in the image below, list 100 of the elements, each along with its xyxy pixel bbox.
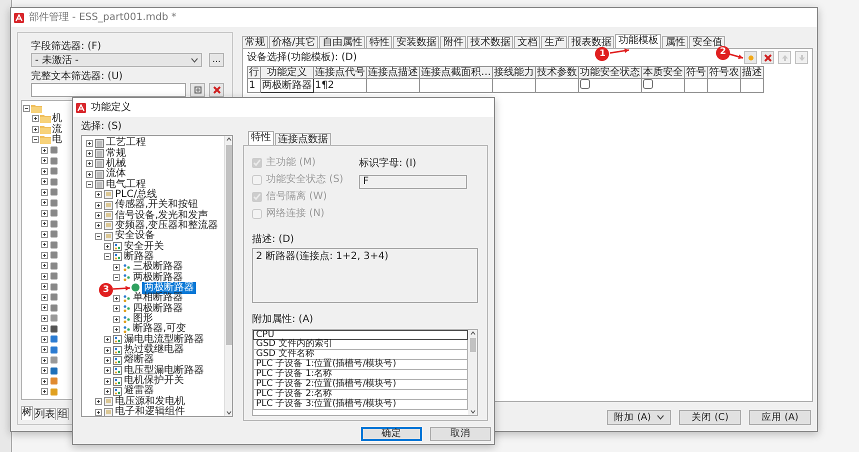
collapse-icon[interactable] [86,181,93,188]
button[interactable]: 取消 [430,427,491,441]
tab[interactable]: 安装数据 [393,36,440,48]
expand-icon[interactable] [41,146,48,154]
button[interactable]: 应用 (A) [749,410,811,425]
arrow-up-icon[interactable] [470,330,476,336]
expand-icon[interactable] [113,326,120,333]
expand-icon[interactable] [41,325,48,332]
arrow-down-icon[interactable] [226,410,232,416]
button[interactable]: 确定 [361,427,422,441]
expand-icon[interactable] [104,388,111,395]
tab[interactable]: 属性 [662,36,688,48]
button[interactable]: 关闭 (C) [679,410,741,425]
expand-icon[interactable] [104,346,111,354]
expand-icon[interactable] [113,316,120,323]
tab[interactable]: 连接点数据 [275,133,331,145]
tab[interactable]: 功能模板 [615,34,662,48]
arrow-up-icon[interactable] [226,136,232,142]
expand-icon[interactable] [86,170,93,178]
list-item[interactable]: PLC 子设备 2:位置(插槽号/模块号) [253,380,468,390]
expand-icon[interactable] [41,294,48,301]
tab[interactable]: 自由属性 [319,36,366,48]
panel-tab[interactable]: 树 [21,406,33,420]
panel-tab[interactable]: 组 [57,408,69,420]
expand-icon[interactable] [41,199,48,206]
clear-button[interactable] [209,83,224,97]
expand-icon[interactable] [41,283,48,290]
expand-icon[interactable] [41,304,48,312]
expand-icon[interactable] [41,210,48,217]
tab[interactable]: 特性 [366,36,392,48]
expand-icon[interactable] [41,252,48,259]
tree-item[interactable]: 机 [52,113,62,124]
expand-icon[interactable] [95,408,102,416]
list-item[interactable]: PLC 子设备 1:名称 [253,370,468,380]
tab[interactable]: 技术数据 [467,36,514,48]
tab[interactable]: 生产 [541,36,568,48]
expand-icon[interactable] [113,264,120,271]
expand-icon[interactable] [95,212,102,220]
expand-icon[interactable] [95,398,102,406]
expand-icon[interactable] [104,378,111,385]
expand-icon[interactable] [41,272,48,280]
expand-icon[interactable] [32,126,39,133]
expand-icon[interactable] [41,157,48,164]
list-item[interactable]: CPU [253,330,468,340]
list-item[interactable]: PLC 子设备 3:位置(插槽号/模块号) [253,400,468,410]
tab[interactable]: 常规 [242,36,268,48]
scrollbar-thumb[interactable] [470,338,476,352]
expand-icon[interactable] [41,388,48,396]
expand-icon[interactable] [41,378,48,385]
expand-icon[interactable] [41,188,48,196]
expand-icon[interactable] [104,336,111,344]
expand-icon[interactable] [104,243,111,250]
description-field[interactable]: 2 断路器(连接点: 1+2, 3+4) [252,248,478,303]
tab[interactable]: 报表数据 [568,36,614,48]
expand-icon[interactable] [95,222,102,230]
text-field[interactable]: F [359,175,467,189]
expand-icon[interactable] [95,191,102,198]
expand-icon[interactable] [86,140,93,147]
more-button[interactable]: ... [209,53,224,67]
expand-icon[interactable] [95,202,102,209]
expand-icon[interactable] [41,241,48,248]
expand-icon[interactable] [41,168,48,175]
expand-icon[interactable] [113,294,120,302]
expand-icon[interactable] [41,336,48,343]
expand-icon[interactable] [86,150,93,158]
expand-icon[interactable] [41,314,48,322]
tree-item[interactable]: 电子和逻辑组件 [115,406,185,416]
expand-icon[interactable] [41,346,48,354]
list-item[interactable]: GSD 文件内的索引 [253,340,468,350]
tree-item[interactable]: 流 [52,124,62,135]
expand-icon[interactable] [113,305,120,312]
expand-icon[interactable] [86,160,93,168]
scrollbar-thumb[interactable] [226,145,232,345]
list-item[interactable]: PLC 子设备 2:名称 [253,390,468,400]
collapse-icon[interactable] [113,274,120,282]
tree-item[interactable]: 电 [52,134,62,146]
dropdown-button[interactable]: 附加 (A) [607,410,671,425]
checkbox[interactable] [580,79,590,89]
collapse-icon[interactable] [104,253,111,260]
expand-icon[interactable] [41,230,48,238]
collapse-icon[interactable] [95,232,102,240]
checkbox[interactable] [643,79,653,89]
expand-icon[interactable] [104,367,111,374]
expand-icon[interactable] [41,356,48,364]
list-item[interactable]: GSD 文件名称 [253,350,468,360]
list-item[interactable]: PLC 子设备 1:位置(插槽号/模块号) [253,360,468,370]
panel-tab[interactable]: 列表 [34,408,56,420]
arrow-down-icon[interactable] [470,409,476,415]
expand-icon[interactable] [41,262,48,270]
expand-icon[interactable] [32,115,39,122]
search-field[interactable] [31,83,186,97]
tab[interactable]: 价格/其它 [269,36,318,48]
tab[interactable]: 文档 [514,36,540,48]
tab[interactable]: 特性 [248,131,274,145]
tab[interactable]: 附件 [440,36,466,48]
filter-button[interactable] [190,83,205,97]
toolbar-button[interactable] [761,51,774,64]
expand-icon[interactable] [41,220,48,228]
expand-icon[interactable] [41,367,48,374]
collapse-icon[interactable] [32,136,39,144]
